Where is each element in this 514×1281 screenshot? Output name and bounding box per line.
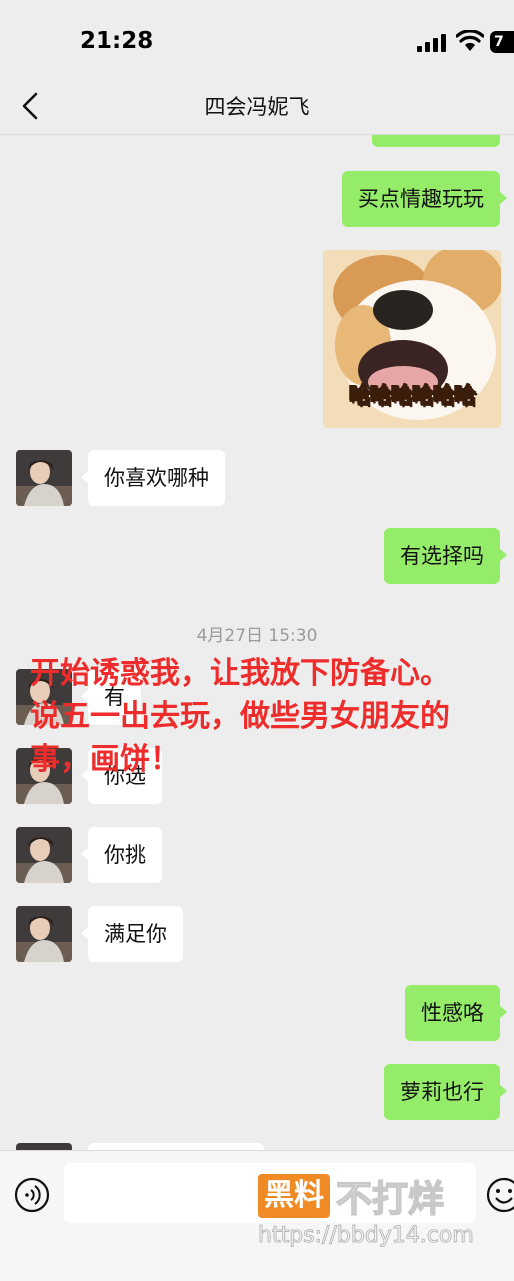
watermark-logo: 黑料 不打烊 <box>258 1171 445 1221</box>
cellular-signal-icon <box>417 34 447 52</box>
dog-sticker-image[interactable]: 哈哈哈哈哈哈 <box>323 250 501 428</box>
annotation-overlay: 开始诱惑我，让我放下防备心。说五一出去玩，做些男女朋友的事，画饼！ <box>30 656 450 777</box>
message-list[interactable]: 买点情趣玩玩 哈哈哈哈哈哈 你喜欢哪种 有选择吗 4月27日 15:30 有 你… <box>0 135 514 1150</box>
wifi-icon <box>456 30 484 51</box>
message-bubble-partial <box>372 135 500 147</box>
watermark-badge: 黑料 <box>258 1174 330 1218</box>
watermark-text: 不打烊 <box>335 1178 445 1221</box>
message-bubble-received[interactable]: 满足你 <box>81 906 183 962</box>
message-bubble-sent[interactable]: 有选择吗 <box>384 528 507 584</box>
message-bubble-received[interactable]: 你喜欢哪种 <box>81 450 225 506</box>
message-bubble-sent[interactable]: 买点情趣玩玩 <box>342 171 507 227</box>
contact-avatar[interactable] <box>16 1143 72 1150</box>
message-bubble-sent[interactable]: 性感咯 <box>405 985 507 1041</box>
contact-avatar[interactable] <box>16 827 72 883</box>
battery-icon: 7 <box>490 31 514 53</box>
contact-avatar[interactable] <box>16 450 72 506</box>
message-bubble-received[interactable]: 你挑 <box>81 827 162 883</box>
watermark-url: https://bbdy14.com <box>258 1223 475 1249</box>
message-bubble-partial <box>88 1143 264 1150</box>
message-bubble-sent[interactable]: 萝莉也行 <box>384 1064 507 1120</box>
emoji-icon[interactable] <box>486 1177 514 1213</box>
message-timestamp: 4月27日 15:30 <box>196 626 318 646</box>
voice-icon[interactable] <box>14 1177 50 1213</box>
status-bar: 21:28 7 <box>0 0 514 78</box>
status-time: 21:28 <box>80 28 154 54</box>
contact-avatar[interactable] <box>16 906 72 962</box>
input-bar: 黑料 不打烊 https://bbdy14.com <box>0 1150 514 1281</box>
sticker-caption: 哈哈哈哈哈哈 <box>348 384 476 410</box>
chat-title: 四会冯妮飞 <box>204 95 310 119</box>
chat-header: 四会冯妮飞 <box>0 78 514 135</box>
